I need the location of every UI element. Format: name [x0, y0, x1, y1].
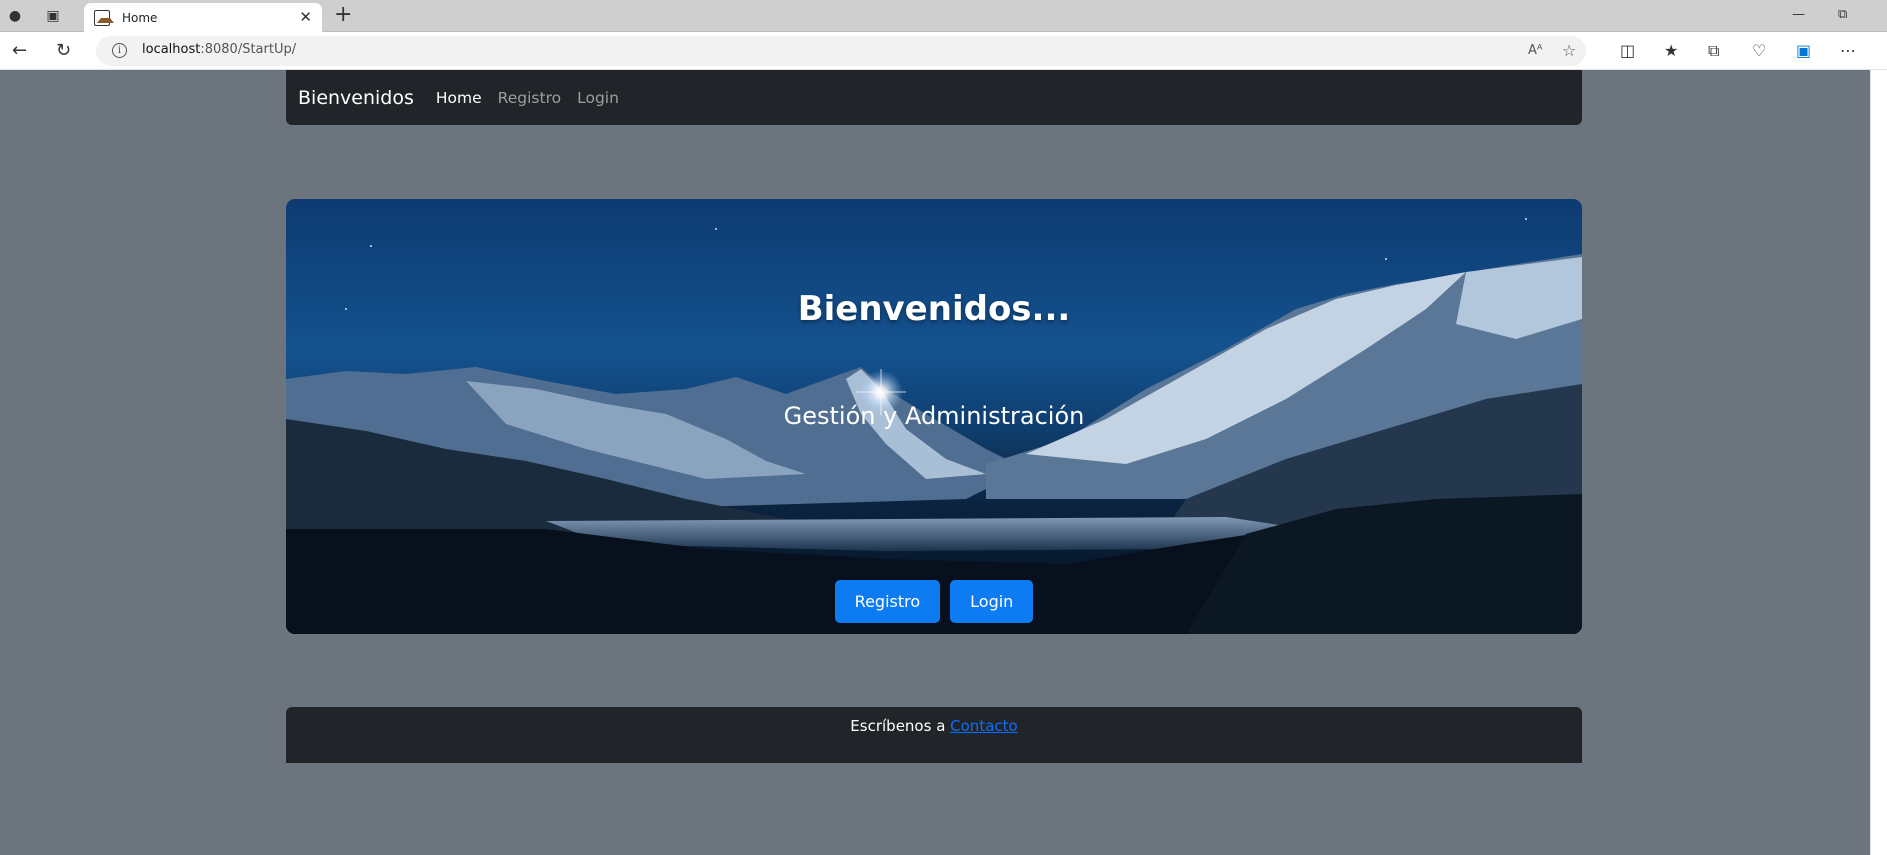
top-navbar: Bienvenidos Home Registro Login [286, 70, 1582, 125]
hero-title: Bienvenidos... [797, 289, 1071, 329]
edge-extension-icon[interactable]: ▣ [1796, 41, 1811, 60]
collections-icon[interactable]: ⧉ [1708, 41, 1719, 61]
restore-icon[interactable]: ⧉ [1838, 7, 1847, 22]
page-footer: Escríbenos a Contacto [286, 707, 1582, 763]
favorite-star-icon[interactable]: ☆ [1562, 41, 1576, 60]
browser-essentials-icon[interactable]: ♡ [1752, 41, 1766, 60]
close-tab-icon[interactable]: ✕ [299, 8, 312, 26]
page-favicon-icon [94, 9, 114, 26]
hero-subtitle: Gestión y Administración [783, 402, 1085, 430]
hero-banner: Bienvenidos... Gestión y Administración … [286, 199, 1582, 634]
registro-button[interactable]: Registro [834, 580, 941, 623]
contacto-link[interactable]: Contacto [950, 717, 1018, 735]
refresh-icon[interactable]: ↻ [56, 40, 71, 61]
site-info-icon[interactable]: i [112, 43, 127, 58]
footer-text: Escríbenos a [850, 717, 951, 735]
back-arrow-icon[interactable]: ← [12, 40, 27, 61]
page-viewport: Bienvenidos Home Registro Login Bienveni… [0, 70, 1870, 855]
tab-title: Home [122, 10, 158, 25]
browser-address-bar: ← ↻ i localhost:8080/StartUp/ Aᴬ ☆ ◫ ★ ⧉… [0, 32, 1887, 70]
nav-link-registro[interactable]: Registro [498, 89, 561, 107]
nav-link-login[interactable]: Login [577, 89, 619, 107]
browser-tab-home[interactable]: Home ✕ [84, 3, 322, 32]
favorites-icon[interactable]: ★ [1664, 41, 1678, 60]
hero-button-group: Registro Login [286, 580, 1582, 623]
tab-actions-icon[interactable]: ▣ [43, 6, 63, 26]
login-button[interactable]: Login [950, 580, 1034, 623]
new-tab-icon[interactable]: + [334, 3, 352, 27]
url-text: localhost:8080/StartUp/ [142, 42, 297, 57]
read-aloud-icon[interactable]: Aᴬ [1528, 43, 1543, 58]
more-options-icon[interactable]: ⋯ [1840, 41, 1856, 60]
minimize-icon[interactable]: — [1792, 7, 1805, 22]
navbar-brand[interactable]: Bienvenidos [298, 87, 414, 109]
profile-icon[interactable]: ● [5, 6, 25, 26]
nav-link-home[interactable]: Home [436, 89, 482, 107]
browser-tab-strip: ● ▣ Home ✕ + — ⧉ [0, 0, 1887, 32]
split-screen-icon[interactable]: ◫ [1620, 41, 1635, 60]
browser-sidebar [1870, 70, 1887, 855]
url-field[interactable]: i localhost:8080/StartUp/ Aᴬ ☆ [96, 36, 1586, 66]
